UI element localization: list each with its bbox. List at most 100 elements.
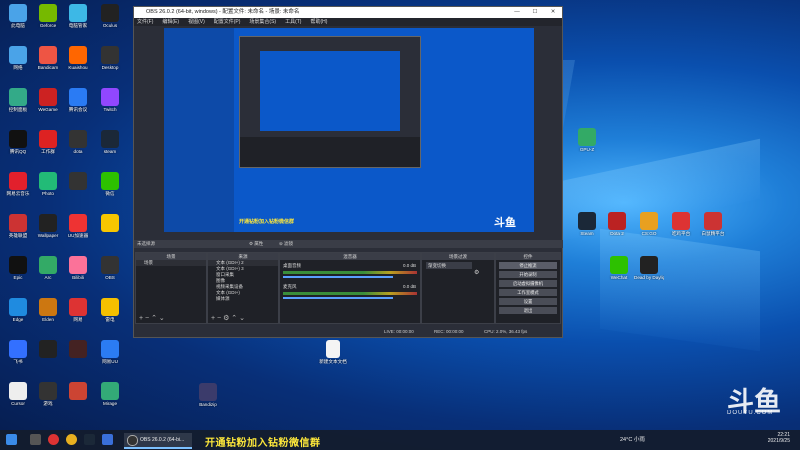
mixer-level: 0.0 dB	[402, 263, 416, 268]
desktop-icon[interactable]: Wallpaper	[33, 214, 63, 238]
desktop-icon[interactable]: 飞书	[3, 340, 33, 364]
control-button[interactable]: 设置	[499, 298, 557, 305]
desktop-icon[interactable]: Steam	[572, 212, 602, 236]
app-taskbar-icon[interactable]	[102, 434, 113, 445]
desktop-icon[interactable]: 电脑管家	[63, 4, 93, 28]
desktop-icon[interactable]: WeChat	[604, 256, 634, 280]
desktop-icon[interactable]	[33, 340, 63, 359]
desktop-icon[interactable]: Desktop	[95, 46, 125, 70]
clock-date: 2021/9/25	[767, 438, 790, 444]
desktop-icon[interactable]: Kuaishou	[63, 46, 93, 70]
chrome-icon[interactable]	[66, 434, 77, 445]
desktop-icon[interactable]: Geforce	[33, 4, 63, 28]
transition-select[interactable]: 渐变切换	[426, 262, 472, 269]
menu-item[interactable]: 场景集合(S)	[249, 19, 276, 25]
clock[interactable]: 22:21 2021/9/25	[750, 432, 790, 444]
control-button[interactable]: 开始录制	[499, 271, 557, 278]
sources-toolbar[interactable]: + − ⚙ ⌃ ⌄	[208, 314, 278, 323]
menu-item[interactable]: 工具(T)	[285, 19, 301, 25]
menu-item[interactable]: 视图(V)	[188, 19, 205, 25]
volume-slider[interactable]	[283, 297, 393, 299]
app-icon	[39, 4, 57, 22]
desktop-icon[interactable]: OBS	[95, 256, 125, 280]
obs-window[interactable]: OBS 26.0.2 (64-bit, windows) - 配置文件: 未命名…	[133, 6, 563, 338]
desktop-icon[interactable]: Elden	[33, 298, 63, 322]
desktop-icon[interactable]: 雷电	[95, 298, 125, 322]
browser-icon[interactable]	[48, 434, 59, 445]
menu-item[interactable]: 配置文件(P)	[214, 19, 241, 25]
mixer-track-name: 桌面音频	[283, 263, 301, 268]
desktop-icon[interactable]: Dead by Daylight	[634, 256, 664, 280]
desktop-icon[interactable]	[63, 382, 93, 401]
desktop-icon[interactable]	[63, 172, 93, 191]
desktop-icon[interactable]: Epic	[3, 256, 33, 280]
desktop-icon[interactable]: Dota 2	[602, 212, 632, 236]
desktop-icon[interactable]: Twitch	[95, 88, 125, 112]
desktop-icon[interactable]: 吃鸡平台	[666, 212, 696, 236]
desktop-icon-label: Mirage	[102, 401, 118, 406]
maximize-icon[interactable]: ☐	[526, 7, 544, 18]
desktop-icon[interactable]: 网易	[63, 298, 93, 322]
desktop-misc-icon[interactable]: Bandizip	[193, 383, 223, 407]
desktop-icon[interactable]: steam	[95, 130, 125, 154]
desktop-icon[interactable]: 英雄联盟	[3, 214, 33, 238]
app-icon	[101, 4, 119, 22]
properties-button[interactable]: ⚙ 属性	[249, 240, 263, 248]
desktop-icon[interactable]: 白鼠精平台	[698, 212, 728, 236]
desktop-icon[interactable]: 网络	[3, 46, 33, 70]
desktop-icon[interactable]: 网易UU	[95, 340, 125, 364]
desktop-icon[interactable]: 腾讯会议	[63, 88, 93, 112]
control-button[interactable]: 退出	[499, 307, 557, 314]
scenes-toolbar[interactable]: + − ⌃ ⌄	[136, 314, 206, 323]
start-windows-icon[interactable]	[6, 434, 17, 445]
desktop-icon[interactable]: 控制面板	[3, 88, 33, 112]
menu-item[interactable]: 编辑(E)	[162, 19, 179, 25]
app-icon	[101, 172, 119, 190]
control-button[interactable]: 启动虚拟摄像机	[499, 280, 557, 287]
menu-item[interactable]: 帮助(H)	[310, 19, 327, 25]
scene-item[interactable]: 场景	[136, 260, 206, 266]
desktop-icon[interactable]: Arc	[33, 256, 63, 280]
obs-taskbar-item[interactable]: OBS 26.0.2 (64-bi...	[124, 433, 192, 449]
desktop-icon[interactable]: Bandicam	[33, 46, 63, 70]
desktop-icon-label: steam	[103, 149, 117, 154]
desktop-icon[interactable]: 微信	[95, 172, 125, 196]
obs-titlebar[interactable]: OBS 26.0.2 (64-bit, windows) - 配置文件: 未命名…	[134, 7, 562, 18]
filters-button[interactable]: ⊜ 滤镜	[279, 240, 293, 248]
minimize-icon[interactable]: —	[508, 7, 526, 18]
close-icon[interactable]: ✕	[544, 7, 562, 18]
desktop-icon[interactable]: Bilibili	[63, 256, 93, 280]
desktop-icon[interactable]: 腾讯QQ	[3, 130, 33, 154]
desktop-icon[interactable]: 网易云音乐	[3, 172, 33, 196]
desktop-icon[interactable]: Oculus	[95, 4, 125, 28]
app-icon	[578, 212, 596, 230]
desktop-icon[interactable]: CS:GO	[634, 212, 664, 236]
obs-preview[interactable]: 开通钻粉加入钻粉微信群 斗鱼	[164, 28, 534, 232]
desktop-icon[interactable]: Edge	[3, 298, 33, 322]
desktop-icon[interactable]: UU加速器	[63, 214, 93, 238]
desktop-icon[interactable]: WeGame	[33, 88, 63, 112]
desktop-icon[interactable]	[63, 340, 93, 359]
desktop-icon-label: Epic	[13, 275, 23, 280]
volume-slider[interactable]	[283, 276, 393, 278]
menu-item[interactable]: 文件(F)	[137, 19, 153, 25]
desktop-icon[interactable]: 工作群	[33, 130, 63, 154]
steam-taskbar-icon[interactable]	[84, 434, 95, 445]
desktop-icon[interactable]: Photo	[33, 172, 63, 196]
sources-title: 来源	[208, 253, 278, 260]
control-button[interactable]: 停止推流	[499, 262, 557, 269]
task-view-icon[interactable]	[30, 434, 41, 445]
desktop-icon[interactable]	[95, 214, 125, 233]
desktop-icon[interactable]: dota	[63, 130, 93, 154]
transition-settings-icon[interactable]: ⚙	[474, 269, 479, 276]
desktop-icon[interactable]: Mirage	[95, 382, 125, 406]
desktop-icon-label: Dota 2	[610, 231, 624, 236]
desktop-file-icon[interactable]: 新建文本文档	[318, 340, 348, 364]
control-button[interactable]: 工作室模式	[499, 289, 557, 296]
source-item[interactable]: 媒体源	[208, 296, 278, 302]
weather-widget[interactable]: 24°C 小雨	[620, 435, 645, 443]
desktop-icon[interactable]: GPU-Z	[572, 128, 602, 152]
desktop-icon[interactable]: 此电脑	[3, 4, 33, 28]
desktop-icon[interactable]: 游戏	[33, 382, 63, 406]
desktop-icon[interactable]: Cursor	[3, 382, 33, 406]
